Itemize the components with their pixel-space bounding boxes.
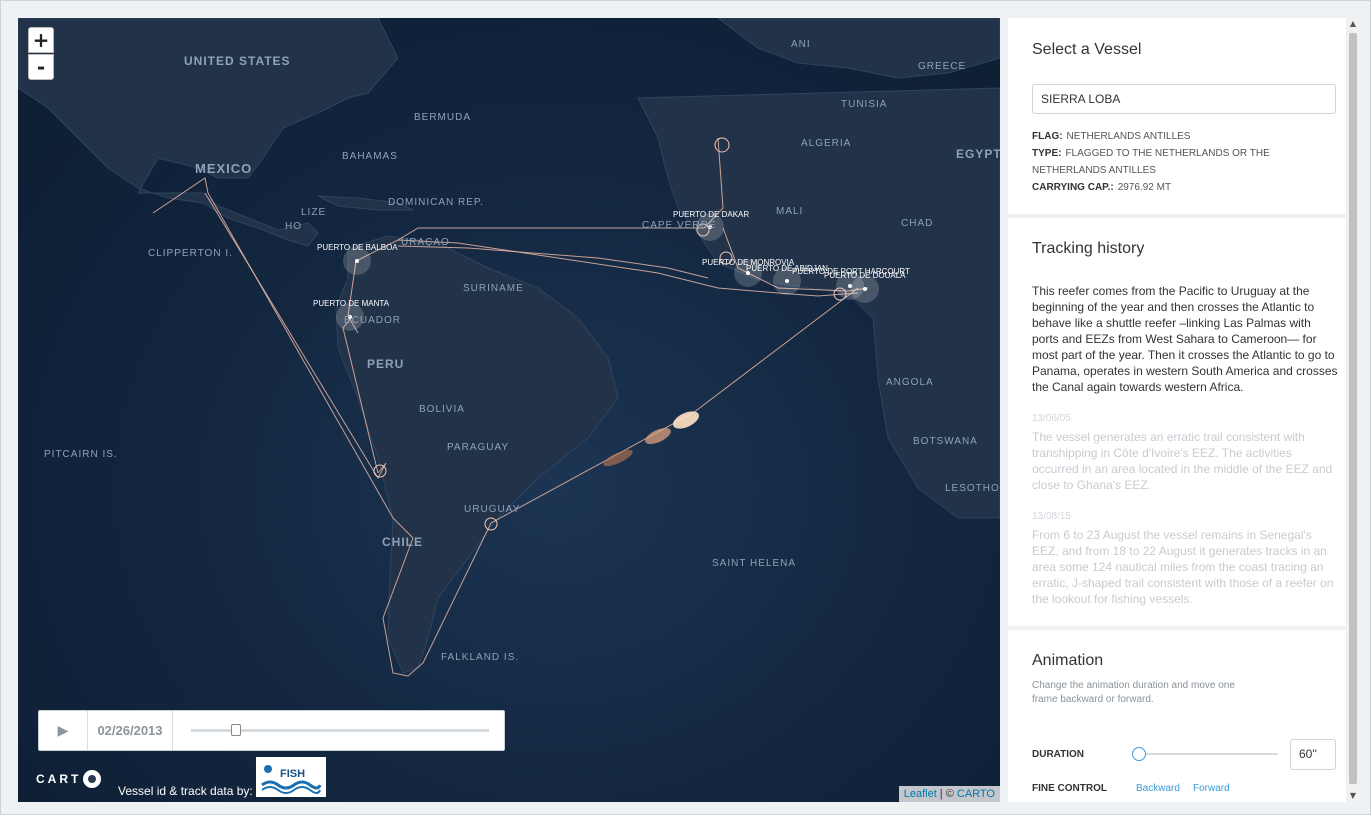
port-label-balboa: PUERTO DE BALBOA (317, 243, 398, 252)
leaflet-link[interactable]: Leaflet (904, 788, 937, 800)
scrollbar-thumb[interactable] (1349, 33, 1357, 784)
label-pitcairn: PITCAIRN IS. (44, 449, 118, 460)
label-dominican-rep: DOMINICAN REP. (388, 197, 484, 208)
app-frame: UNITED STATES MEXICO BERMUDA BAHAMAS DOM… (0, 0, 1371, 815)
timeline-slider[interactable] (191, 724, 489, 736)
label-chile: CHILE (382, 535, 423, 549)
vessel-card: Select a Vessel SIERRA LOBA FLAG: NETHERL… (1008, 18, 1346, 214)
label-bahamas: BAHAMAS (342, 151, 398, 162)
history-entry-text[interactable]: The vessel generates an erratic trail co… (1032, 429, 1338, 493)
label-lize: LIZE (301, 207, 326, 218)
carto-logo-dot-icon (83, 770, 102, 788)
vessel-data-credit: Vessel id & track data by: (118, 784, 253, 798)
label-chad: CHAD (901, 218, 933, 229)
timeline-slider-handle[interactable] (231, 724, 241, 736)
label-mexico: MEXICO (195, 161, 252, 176)
label-ani: ANI (791, 39, 811, 50)
duration-slider[interactable] (1139, 753, 1278, 755)
label-algeria: ALGERIA (801, 138, 851, 149)
vessel-flag: FLAG: NETHERLANDS ANTILLES (1032, 128, 1332, 145)
type-value: FLAGGED TO THE NETHERLANDS OR THE NETHER… (1032, 148, 1270, 176)
port-label-douala: PUERTO DE DOUALA (824, 271, 906, 280)
label-greece: GREECE (918, 61, 966, 72)
animation-title: Animation (1032, 652, 1104, 669)
duration-slider-handle[interactable] (1132, 747, 1146, 761)
flag-label: FLAG: (1032, 131, 1063, 142)
port-label-manta: PUERTO DE MANTA (313, 299, 390, 308)
current-date: 02/26/2013 (88, 711, 173, 750)
label-clipperton: CLIPPERTON I. (148, 248, 233, 259)
carto-logo[interactable]: CART (36, 770, 102, 788)
label-united-states: UNITED STATES (184, 54, 291, 68)
label-falkland: FALKLAND IS. (441, 652, 519, 663)
label-tunisia: TUNISIA (841, 99, 887, 110)
backward-button[interactable]: Backward (1136, 783, 1180, 794)
animation-card: Animation Change the animation duration … (1008, 630, 1346, 802)
port-label-dakar: PUERTO DE DAKAR (673, 210, 749, 219)
capacity-value: 2976.92 MT (1117, 182, 1172, 193)
label-peru: PERU (367, 357, 404, 371)
label-bolivia: BOLIVIA (419, 404, 465, 415)
label-botswana: BOTSWANA (913, 436, 978, 447)
animation-description: Change the animation duration and move o… (1032, 680, 1235, 705)
flag-value: NETHERLANDS ANTILLES (1066, 131, 1191, 142)
label-lesotho: LESOTHO (945, 483, 1000, 494)
tracking-history-intro: This reefer comes from the Pacific to Ur… (1032, 284, 1338, 394)
history-entry-date: 13/06/05 (1032, 413, 1071, 424)
label-angola: ANGOLA (886, 377, 934, 388)
vessel-card-title: Select a Vessel (1032, 41, 1142, 58)
label-ho: HO (285, 221, 302, 232)
label-uracao: URAÇAO (401, 237, 450, 248)
scroll-down-arrow-icon[interactable]: ▼ (1347, 790, 1359, 802)
carto-logo-text: CART (36, 772, 82, 786)
tracking-history-title: Tracking history (1032, 240, 1145, 257)
tracking-history-card: Tracking history This reefer comes from … (1008, 218, 1346, 626)
label-mali: MALI (776, 206, 803, 217)
history-entry-date: 13/08/15 (1032, 511, 1071, 522)
sidebar: Select a Vessel SIERRA LOBA FLAG: NETHERL… (1008, 18, 1346, 802)
label-cape-verde: CAPE VERDE (642, 220, 716, 231)
label-saint-helena: SAINT HELENA (712, 558, 796, 569)
label-paraguay: PARAGUAY (447, 442, 509, 453)
label-bermuda: BERMUDA (414, 112, 471, 123)
map-attribution: Leaflet | © CARTO (898, 786, 1000, 802)
duration-input[interactable]: 60'' (1290, 739, 1336, 770)
fish-spectrum-logo[interactable]: FISH (256, 757, 326, 797)
duration-label: DURATION (1032, 749, 1085, 760)
sidebar-scrollbar[interactable]: ▲ ▼ (1347, 18, 1359, 802)
map-canvas: UNITED STATES MEXICO BERMUDA BAHAMAS DOM… (18, 18, 1000, 677)
vessel-select-input[interactable]: SIERRA LOBA (1032, 84, 1336, 114)
zoom-out-button[interactable]: - (28, 54, 54, 80)
timeline-control: ▶ 02/26/2013 (38, 710, 505, 751)
play-icon[interactable]: ▶ (39, 711, 88, 750)
map[interactable]: UNITED STATES MEXICO BERMUDA BAHAMAS DOM… (18, 18, 1000, 802)
forward-button[interactable]: Forward (1193, 783, 1230, 794)
fine-control-label: FINE CONTROL (1032, 783, 1107, 794)
svg-text:FISH: FISH (280, 768, 305, 780)
fish-spectrum-logo-image: FISH (261, 765, 322, 794)
history-entry-text[interactable]: From 6 to 23 August the vessel remains i… (1032, 527, 1338, 607)
type-label: TYPE: (1032, 148, 1062, 159)
landmasses (18, 18, 1000, 674)
scroll-up-arrow-icon[interactable]: ▲ (1347, 18, 1359, 30)
zoom-in-button[interactable]: + (28, 27, 54, 53)
landmass-north-america (18, 18, 399, 247)
vessel-capacity: CARRYING CAP.: 2976.92 MT (1032, 179, 1332, 196)
label-suriname: SURINAME (463, 283, 524, 294)
label-ecuador: ECUADOR (344, 315, 401, 326)
label-egypt: EGYPT (956, 147, 1000, 161)
carto-link[interactable]: CARTO (957, 788, 995, 800)
landmass-africa (637, 87, 1000, 519)
label-uruguay: URUGUAY (464, 504, 520, 515)
vessel-type: TYPE: FLAGGED TO THE NETHERLANDS OR THE N… (1032, 145, 1332, 179)
capacity-label: CARRYING CAP.: (1032, 182, 1114, 193)
activity-hotspot-trail (603, 411, 700, 467)
attribution-separator: | © (936, 788, 957, 800)
